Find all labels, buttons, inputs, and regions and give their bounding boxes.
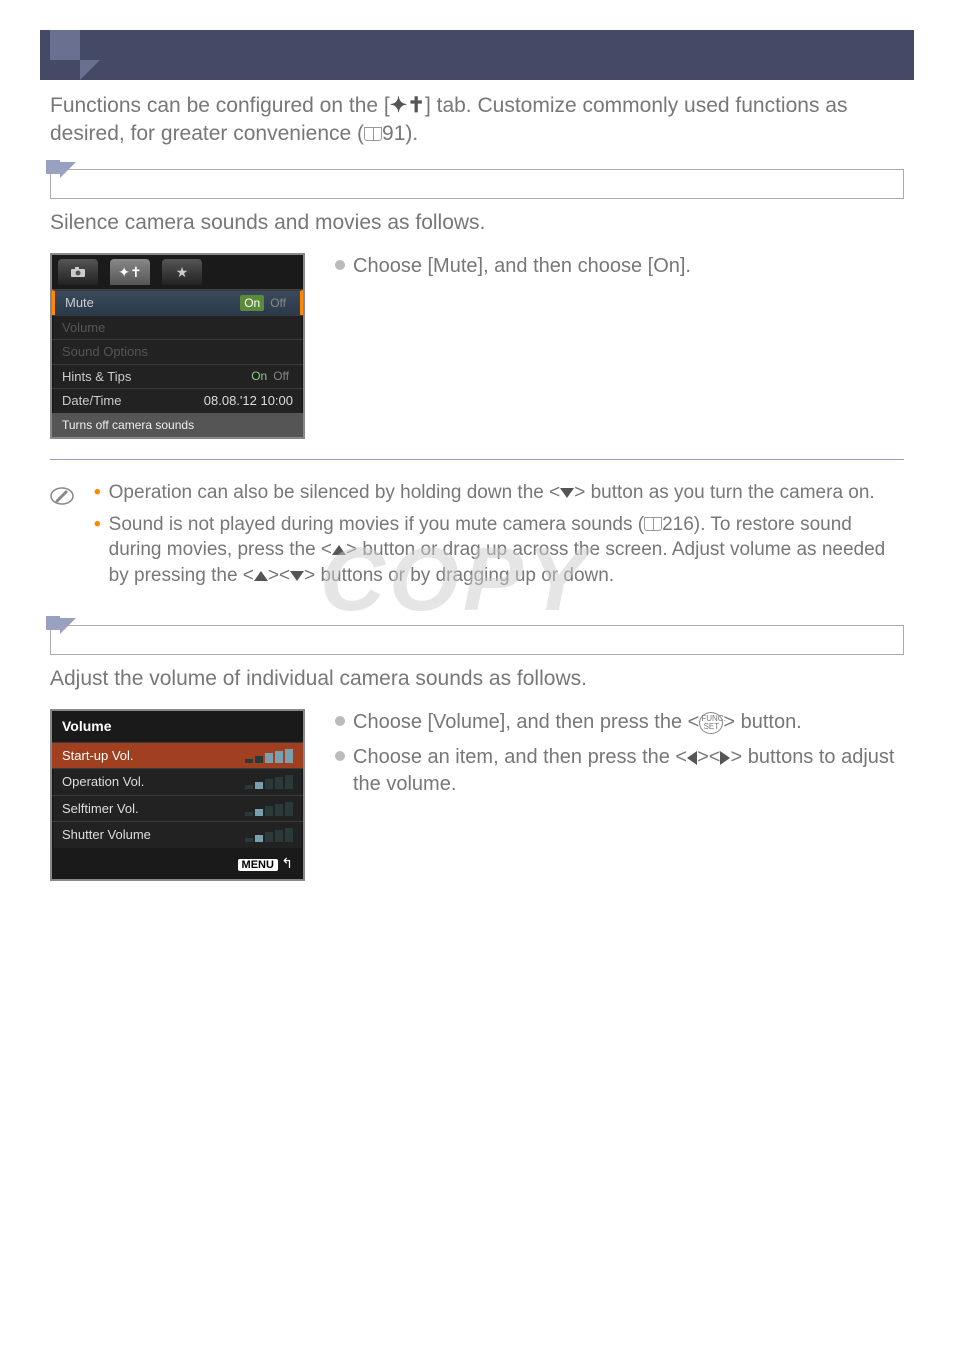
subsection-heading-volume (50, 625, 904, 655)
bullet-icon (335, 716, 345, 726)
instruction-volume-1: Choose [Volume], and then press the <FUN… (335, 709, 904, 736)
camera-menu-screenshot-mute: ✦✝ ★ Mute On Off Volume Sound Options (50, 253, 305, 439)
star-tab-icon: ★ (162, 259, 202, 285)
manual-ref-icon (644, 517, 662, 531)
camera-tab-icon (58, 259, 98, 285)
menu-row-mute: Mute On Off (52, 290, 303, 315)
down-arrow-icon (290, 571, 304, 581)
mute-on-value: On (240, 295, 264, 311)
note-item-2: • Sound is not played during movies if y… (94, 512, 904, 589)
volume-row-selftimer: Selftimer Vol. (52, 795, 303, 822)
subsection-heading-mute (50, 169, 904, 199)
menu-footer-text: Turns off camera sounds (52, 413, 303, 437)
note-pencil-icon (50, 484, 74, 508)
manual-ref-icon (364, 127, 382, 141)
instruction-mute: Choose [Mute], and then choose [On]. (335, 253, 904, 280)
volume-row-startup: Start-up Vol. (52, 742, 303, 769)
menu-button-label: MENU (238, 859, 278, 871)
bullet-icon (335, 260, 345, 270)
volume-row-operation: Operation Vol. (52, 768, 303, 795)
menu-row-volume: Volume (52, 315, 303, 340)
down-arrow-icon (560, 488, 574, 498)
menu-return-row: MENU ↰ (52, 848, 303, 879)
right-arrow-icon (720, 751, 730, 765)
mute-off-value: Off (266, 295, 290, 311)
note-item-1: • Operation can also be silenced by hold… (94, 480, 904, 506)
menu-row-sound-options: Sound Options (52, 339, 303, 364)
left-arrow-icon (687, 751, 697, 765)
mute-description: Silence camera sounds and movies as foll… (50, 209, 904, 237)
volume-row-shutter: Shutter Volume (52, 821, 303, 848)
bullet-icon (335, 751, 345, 761)
volume-description: Adjust the volume of individual camera s… (50, 665, 904, 693)
up-arrow-icon (254, 571, 268, 581)
instruction-volume-2: Choose an item, and then press the <><> … (335, 744, 904, 798)
menu-row-date-time: Date/Time 08.08.'12 10:00 (52, 388, 303, 413)
camera-menu-screenshot-volume: Volume Start-up Vol. Operation Vol. Self… (50, 709, 305, 881)
func-set-button-icon: FUNC.SET (699, 712, 723, 734)
volume-screen-title: Volume (52, 711, 303, 742)
page-header-bar (40, 30, 914, 80)
tools-tab-icon-active: ✦✝ (110, 259, 150, 285)
tools-tab-icon: ✦✝ (390, 92, 425, 120)
up-arrow-icon (332, 545, 346, 555)
intro-paragraph: Functions can be configured on the [✦✝] … (50, 92, 904, 149)
menu-row-hints-tips: Hints & Tips On Off (52, 364, 303, 389)
